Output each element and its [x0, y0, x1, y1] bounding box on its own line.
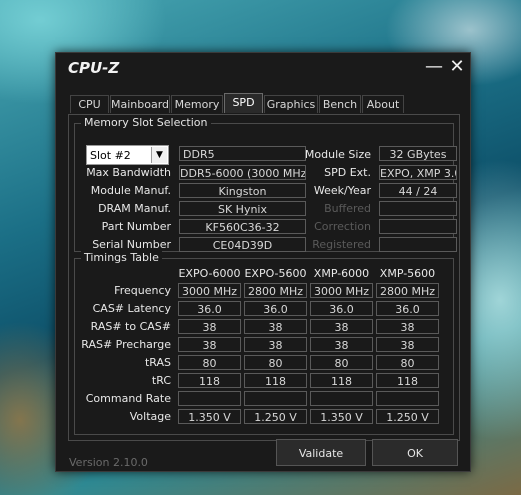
timing-cell: 36.0 [244, 301, 307, 316]
timing-cell: 1.250 V [376, 409, 439, 424]
timing-cell: 3000 MHz [310, 283, 373, 298]
title-bar[interactable]: CPU-Z — ✕ [56, 53, 470, 83]
timings-group: Timings Table EXPO-6000 EXPO-5600 XMP-60… [74, 251, 454, 435]
timing-cell: 36.0 [310, 301, 373, 316]
dram-manuf-field: SK Hynix [179, 201, 306, 216]
timing-cell: 80 [376, 355, 439, 370]
part-number-label: Part Number [101, 220, 171, 233]
timing-cell: 38 [376, 337, 439, 352]
correction-field [379, 219, 457, 234]
timing-row-label: Command Rate [85, 392, 171, 405]
tab-spd[interactable]: SPD [224, 93, 263, 113]
timing-cell: 38 [244, 337, 307, 352]
module-manuf-label: Module Manuf. [90, 184, 171, 197]
timing-cell: 118 [310, 373, 373, 388]
memory-type-field: DDR5 [179, 146, 306, 161]
timing-row-label: Frequency [114, 284, 171, 297]
timing-cell: 3000 MHz [178, 283, 241, 298]
timing-cell: 38 [244, 319, 307, 334]
timing-cell: 80 [244, 355, 307, 370]
timings-col-header: EXPO-5600 [244, 267, 307, 280]
timing-cell: 36.0 [178, 301, 241, 316]
serial-number-label: Serial Number [92, 238, 171, 251]
module-manuf-field: Kingston [179, 183, 306, 198]
timings-col-header: EXPO-6000 [178, 267, 241, 280]
timing-cell [244, 391, 307, 406]
serial-number-field: CE04D39D [179, 237, 306, 252]
slot-select-value: Slot #2 [90, 149, 131, 162]
tab-bench[interactable]: Bench [319, 95, 361, 113]
timing-cell: 2800 MHz [244, 283, 307, 298]
week-year-field: 44 / 24 [379, 183, 457, 198]
tab-graphics[interactable]: Graphics [264, 95, 318, 113]
registered-label: Registered [312, 238, 371, 251]
tab-memory[interactable]: Memory [171, 95, 223, 113]
timing-cell: 38 [178, 319, 241, 334]
memory-slot-group: Memory Slot Selection Slot #2 ▼ DDR5 Max… [74, 116, 457, 252]
module-size-field: 32 GBytes [379, 146, 457, 161]
timing-cell: 38 [178, 337, 241, 352]
max-bandwidth-label: Max Bandwidth [86, 166, 171, 179]
part-number-field: KF560C36-32 [179, 219, 306, 234]
spd-ext-field: EXPO, XMP 3.0 [379, 165, 457, 180]
registered-field [379, 237, 457, 252]
timing-cell: 118 [376, 373, 439, 388]
chevron-down-icon[interactable]: ▼ [151, 147, 167, 163]
tab-cpu[interactable]: CPU [70, 95, 109, 113]
memory-slot-group-title: Memory Slot Selection [81, 116, 211, 129]
timing-row-label: RAS# Precharge [81, 338, 171, 351]
module-size-label: Module Size [304, 148, 371, 161]
timing-cell: 1.250 V [244, 409, 307, 424]
buffered-field [379, 201, 457, 216]
cpuz-window: CPU-Z — ✕ CPU Mainboard Memory SPD Graph… [55, 52, 471, 472]
timing-cell: 2800 MHz [376, 283, 439, 298]
timing-row-label: tRAS [144, 356, 171, 369]
minimize-icon[interactable]: — [422, 55, 446, 79]
timings-col-header: XMP-6000 [313, 267, 370, 280]
correction-label: Correction [314, 220, 371, 233]
timing-cell: 36.0 [376, 301, 439, 316]
timing-cell: 38 [310, 319, 373, 334]
timing-row-label: tRC [151, 374, 171, 387]
app-title: CPU-Z [68, 59, 120, 77]
tab-about[interactable]: About [362, 95, 404, 113]
ok-button[interactable]: OK [372, 439, 458, 466]
timing-row-label: Voltage [129, 410, 171, 423]
timing-cell: 1.350 V [178, 409, 241, 424]
spd-ext-label: SPD Ext. [324, 166, 371, 179]
version-label: Version 2.10.0 [69, 456, 148, 469]
timing-cell: 38 [310, 337, 373, 352]
timings-group-title: Timings Table [81, 251, 162, 264]
tab-mainboard[interactable]: Mainboard [110, 95, 170, 113]
timing-cell: 118 [244, 373, 307, 388]
timings-col-header: XMP-5600 [379, 267, 436, 280]
buffered-label: Buffered [324, 202, 371, 215]
slot-select[interactable]: Slot #2 ▼ [86, 145, 169, 165]
timing-cell: 38 [376, 319, 439, 334]
validate-button[interactable]: Validate [276, 439, 366, 466]
timing-row-label: CAS# Latency [92, 302, 171, 315]
timing-cell: 80 [178, 355, 241, 370]
timing-cell: 118 [178, 373, 241, 388]
spd-panel: Memory Slot Selection Slot #2 ▼ DDR5 Max… [68, 114, 460, 441]
timing-cell [376, 391, 439, 406]
timing-cell [178, 391, 241, 406]
timing-cell [310, 391, 373, 406]
close-icon[interactable]: ✕ [445, 55, 469, 79]
timing-row-label: RAS# to CAS# [90, 320, 171, 333]
dram-manuf-label: DRAM Manuf. [98, 202, 171, 215]
timing-cell: 80 [310, 355, 373, 370]
timing-cell: 1.350 V [310, 409, 373, 424]
week-year-label: Week/Year [313, 184, 371, 197]
max-bandwidth-field: DDR5-6000 (3000 MHz) [179, 165, 306, 180]
